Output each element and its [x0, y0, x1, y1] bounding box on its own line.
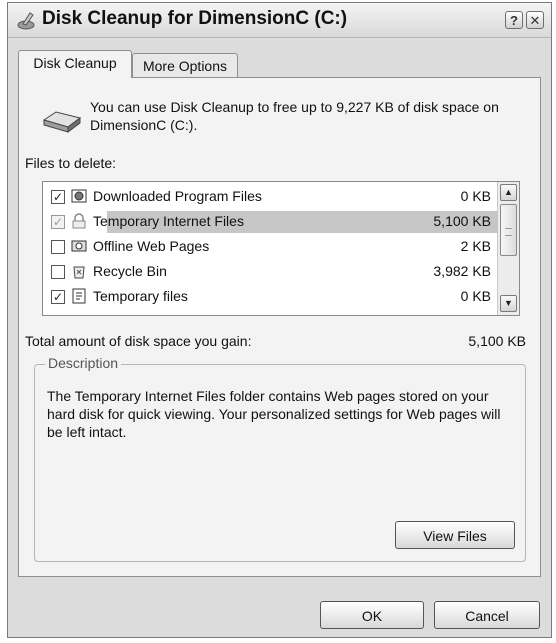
- scroll-thumb[interactable]: [500, 204, 517, 256]
- file-name: Downloaded Program Files: [93, 188, 262, 204]
- file-name: Recycle Bin: [93, 263, 167, 279]
- file-name: Temporary Internet Files: [93, 213, 244, 229]
- total-gain-value: 5,100 KB: [468, 333, 526, 349]
- list-item[interactable]: ✓ Downloaded Program Files 0 KB: [43, 185, 499, 210]
- list-item[interactable]: ✓ Temporary files 0 KB: [43, 285, 499, 310]
- intro-text: You can use Disk Cleanup to free up to 9…: [90, 99, 499, 133]
- tab-more-options[interactable]: More Options: [132, 53, 238, 78]
- file-size: 0 KB: [460, 288, 491, 304]
- tab-disk-cleanup[interactable]: Disk Cleanup: [18, 50, 132, 78]
- disk-cleanup-icon: [17, 12, 35, 30]
- checkbox-temporary-files[interactable]: ✓: [51, 290, 65, 304]
- recycle-bin-icon: [73, 266, 85, 279]
- files-to-delete-label: Files to delete:: [25, 155, 117, 171]
- checkbox-recycle-bin[interactable]: [51, 265, 65, 279]
- files-list-scrollbar[interactable]: ▲ ▼: [497, 182, 519, 315]
- view-files-button[interactable]: View Files: [395, 521, 515, 549]
- disk-cleanup-panel: You can use Disk Cleanup to free up to 9…: [18, 77, 541, 577]
- ok-button[interactable]: OK: [320, 601, 424, 629]
- description-group: Description The Temporary Internet Files…: [34, 355, 526, 562]
- cancel-button[interactable]: Cancel: [434, 601, 540, 629]
- total-gain-label: Total amount of disk space you gain:: [25, 333, 252, 349]
- file-size: 3,982 KB: [433, 263, 491, 279]
- temp-files-icon: [72, 288, 86, 304]
- description-text: The Temporary Internet Files folder cont…: [47, 388, 501, 440]
- file-name: Offline Web Pages: [93, 238, 210, 254]
- scroll-up-icon[interactable]: ▲: [500, 184, 517, 201]
- hard-drive-icon: [42, 111, 82, 133]
- file-size: 0 KB: [460, 188, 491, 204]
- list-item[interactable]: Recycle Bin 3,982 KB: [43, 260, 499, 285]
- scroll-down-icon[interactable]: ▼: [500, 295, 517, 312]
- title-bar[interactable]: Disk Cleanup for DimensionC (C:) ? ✕: [8, 3, 551, 38]
- offline-pages-icon: [71, 240, 87, 252]
- checkbox-offline-web-pages[interactable]: [51, 240, 65, 254]
- program-files-icon: [71, 189, 87, 203]
- file-size: 5,100 KB: [433, 213, 491, 229]
- window-title: Disk Cleanup for DimensionC (C:): [42, 8, 348, 29]
- file-size: 2 KB: [460, 238, 491, 254]
- checkbox-downloaded-program-files[interactable]: ✓: [51, 190, 65, 204]
- scroll-grip-icon: [505, 228, 512, 236]
- help-button[interactable]: ?: [505, 11, 523, 29]
- files-list[interactable]: ✓ Downloaded Program Files 0 KB ✓ Tempor…: [42, 181, 520, 316]
- disk-cleanup-window: Disk Cleanup for DimensionC (C:) ? ✕ Dis…: [7, 2, 552, 638]
- list-item-selected[interactable]: ✓ Temporary Internet Files 5,100 KB: [43, 210, 499, 235]
- close-button[interactable]: ✕: [526, 11, 544, 29]
- list-item[interactable]: Offline Web Pages 2 KB: [43, 235, 499, 260]
- lock-icon: [72, 213, 86, 229]
- description-legend: Description: [45, 355, 122, 371]
- checkbox-temporary-internet-files[interactable]: ✓: [51, 215, 65, 229]
- file-name: Temporary files: [93, 288, 188, 304]
